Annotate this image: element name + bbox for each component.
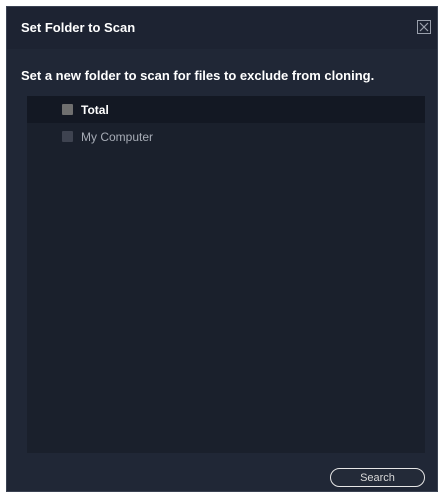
total-checkbox[interactable]: [62, 104, 73, 115]
search-button[interactable]: Search: [330, 468, 425, 487]
close-icon[interactable]: [416, 19, 432, 35]
set-folder-dialog: Set Folder to Scan Set a new folder to s…: [6, 6, 438, 492]
tree-item-my-computer[interactable]: My Computer: [27, 123, 425, 150]
tree-item-label: My Computer: [81, 130, 154, 144]
dialog-title: Set Folder to Scan: [21, 20, 136, 35]
dialog-titlebar: Set Folder to Scan: [7, 7, 437, 49]
my-computer-checkbox[interactable]: [62, 131, 73, 142]
dialog-instruction: Set a new folder to scan for files to ex…: [21, 68, 375, 83]
close-icon-glyph: [417, 20, 431, 34]
folder-tree: Total My Computer: [27, 96, 425, 453]
tree-item-total[interactable]: Total: [27, 96, 425, 123]
tree-item-label: Total: [81, 103, 109, 117]
